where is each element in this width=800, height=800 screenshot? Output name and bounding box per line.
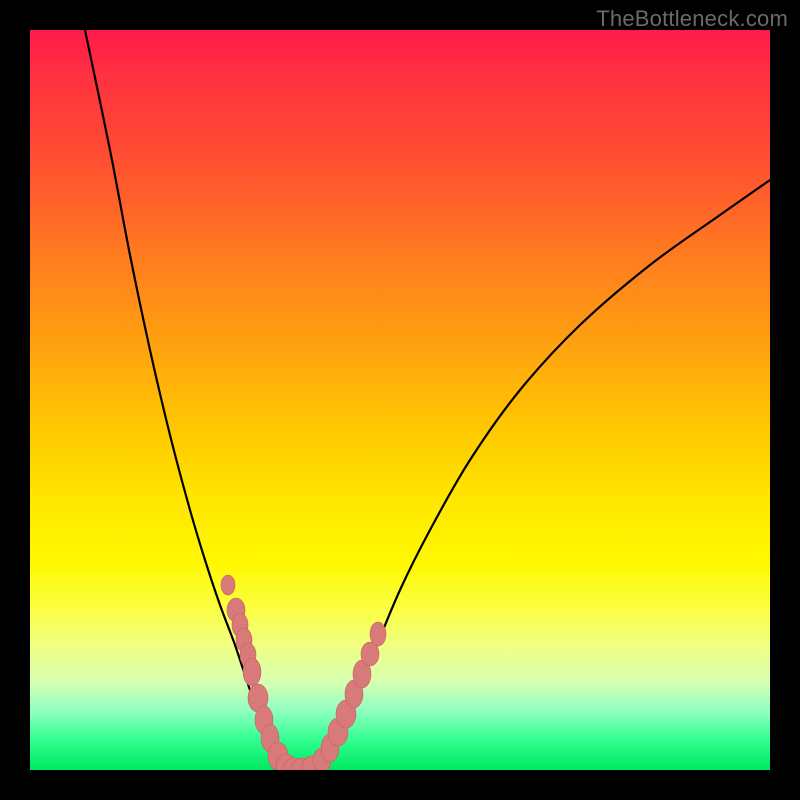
curve-svg: [30, 30, 770, 770]
watermark-text: TheBottleneck.com: [596, 6, 788, 32]
marker-point: [221, 575, 235, 595]
chart-frame: TheBottleneck.com: [0, 0, 800, 800]
plot-area: [30, 30, 770, 770]
marker-point: [370, 622, 386, 646]
marker-point: [243, 658, 261, 686]
marker-cluster: [221, 575, 386, 770]
bottleneck-curve: [85, 30, 770, 769]
